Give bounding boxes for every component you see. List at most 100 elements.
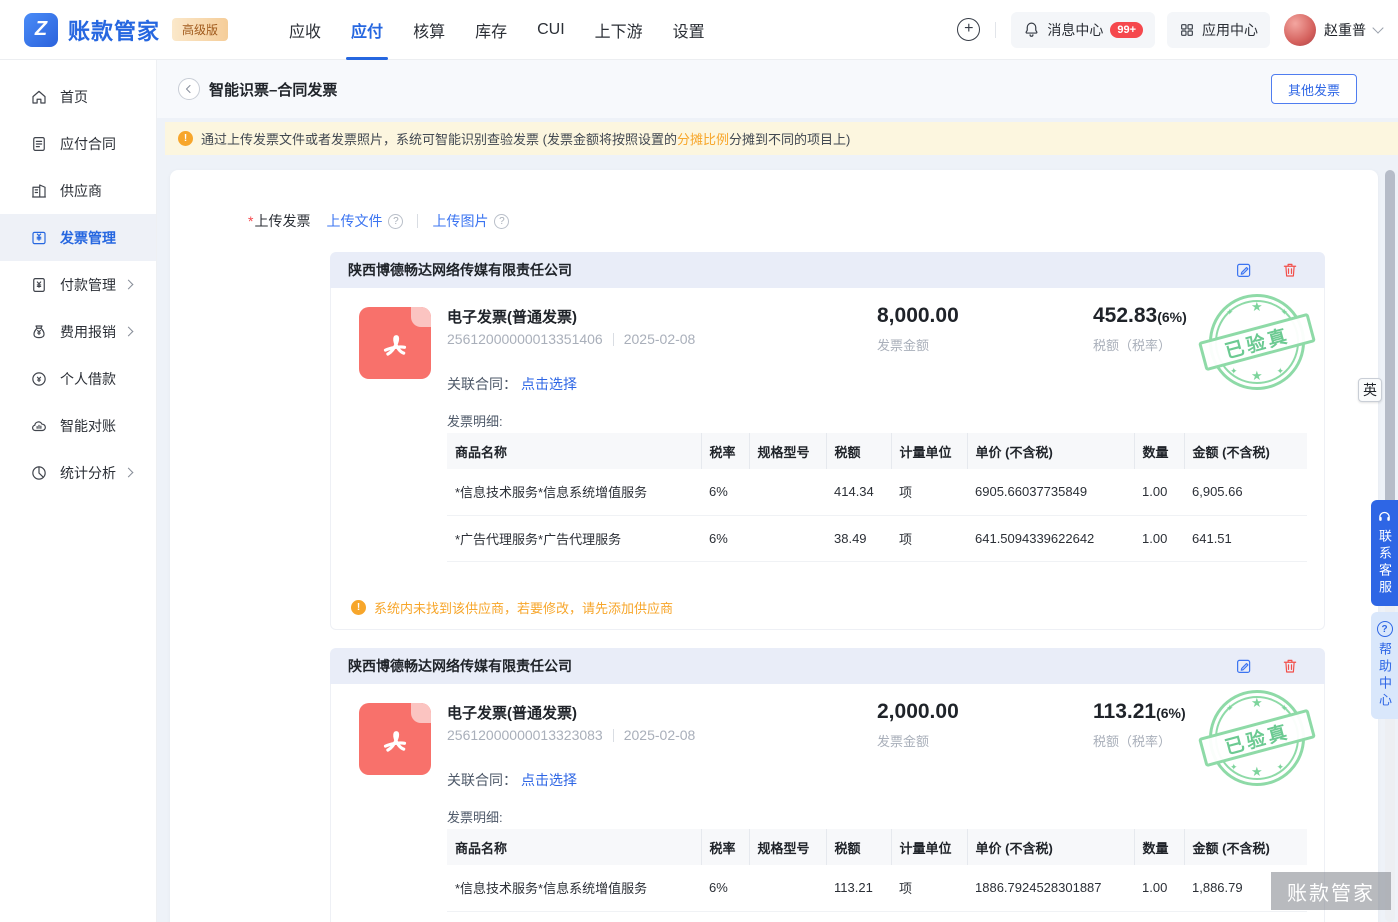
table-header-row: 商品名称 税率 规格型号 税额 计量单位 单价 (不含税) 数量 金额 (不含税… [447,829,1307,865]
app-title: 账款管家 [68,14,160,46]
version-badge: 高级版 [172,18,228,41]
col-tax-rate: 税率 [701,433,749,469]
contact-service-label: 联系客服 [1375,529,1394,597]
invoice-amount-label: 发票金额 [877,335,959,354]
sidebar-item-label: 统计分析 [60,463,116,483]
home-icon [30,88,48,106]
edit-icon[interactable] [1235,657,1253,675]
sidebar-item-payable-contract[interactable]: 应付合同 [0,120,156,167]
nav-tab-settings[interactable]: 设置 [658,0,720,60]
sidebar-item-statistics[interactable]: 统计分析 [0,449,156,496]
table-row: *信息技术服务*信息系统增值服务6%113.21项1886.7924528301… [447,865,1307,911]
nav-tab-cui[interactable]: CUI [522,0,580,60]
invoice-card-header: 陕西博德畅达网络传媒有限责任公司 [330,648,1325,684]
col-tax: 税额 [826,433,891,469]
avatar [1284,14,1316,46]
sidebar-item-payment[interactable]: 付款管理 [0,261,156,308]
tax-label: 税额（税率） [1093,731,1186,750]
nav-tab-inventory[interactable]: 库存 [460,0,522,60]
table-row: *信息技术服务*信息系统增值服务6%414.34项6905.6603773584… [447,469,1307,515]
divider [613,333,614,346]
message-center-button[interactable]: 消息中心 99+ [1011,12,1155,48]
question-icon[interactable]: ? [388,214,403,229]
invoice-date: 2025-02-08 [624,331,696,347]
sidebar-item-home[interactable]: 首页 [0,73,156,120]
col-qty: 数量 [1134,829,1184,865]
app-center-label: 应用中心 [1202,20,1258,40]
invoice-icon [30,229,48,247]
sidebar-item-label: 个人借款 [60,369,116,389]
invoice-amount-label: 发票金额 [877,731,959,750]
nav-tab-accounting[interactable]: 核算 [398,0,460,60]
tax-block: 452.83(6%) 税额（税率） [1093,304,1187,354]
sidebar-item-supplier[interactable]: 供应商 [0,167,156,214]
allocation-ratio-link[interactable]: 分摊比例 [677,129,729,148]
help-center-tab[interactable]: ? 帮助中心 [1371,612,1398,719]
question-icon[interactable]: ? [494,214,509,229]
headset-icon [1377,509,1392,524]
invoice-amount: 8,000.00 [877,304,959,328]
page-header: 智能识票–合同发票 其他发票 [157,60,1398,118]
divider [613,729,614,742]
tax-amount: 452.83 [1093,304,1157,327]
payment-icon [30,276,48,294]
pdf-file-icon[interactable] [359,307,431,379]
app-center-button[interactable]: 应用中心 [1167,12,1270,48]
tax-amount: 113.21 [1093,700,1156,723]
sidebar-item-label: 费用报销 [60,322,116,342]
upload-row: * 上传发票 上传文件 ? 上传图片 ? [248,211,509,231]
detail-label: 发票明细: [447,807,503,826]
table-row: *广告代理服务*广告代理服务6%38.49项641.50943396226421… [447,515,1307,561]
invoice-card-1: 陕西博德畅达网络传媒有限责任公司 电子发票(普通发票) 256120000000… [330,252,1325,630]
notice-text: 通过上传发票文件或者发票照片，系统可智能识别查验发票 (发票金额将按照设置的 [201,129,677,148]
col-qty: 数量 [1134,433,1184,469]
verified-stamp: ✦ ★ ✦ ✦ ★ ✦ 已验真 [1209,294,1305,390]
table-header-row: 商品名称 税率 规格型号 税额 计量单位 单价 (不含税) 数量 金额 (不含税… [447,433,1307,469]
pdf-file-icon[interactable] [359,703,431,775]
sidebar-item-invoice[interactable]: 发票管理 [0,214,156,261]
sidebar-item-label: 付款管理 [60,275,116,295]
nav-tab-payable[interactable]: 应付 [336,0,398,60]
invoice-card-body: 电子发票(普通发票) 25612000000013323083 2025-02-… [330,684,1325,922]
required-mark: * [248,213,253,229]
chevron-down-icon [1372,22,1383,33]
sidebar-item-personal-loan[interactable]: 个人借款 [0,355,156,402]
upload-file-link[interactable]: 上传文件 [326,211,382,231]
invoice-type: 电子发票(普通发票) [447,306,577,327]
back-button[interactable] [178,78,200,100]
chevron-right-icon [124,468,134,478]
upload-image-link[interactable]: 上传图片 [432,211,488,231]
col-tax: 税额 [826,829,891,865]
app-logo[interactable]: Z 账款管家 高级版 [24,13,228,47]
info-icon: ! [178,131,193,146]
top-actions: + 消息中心 99+ 应用中心 赵重普 [957,12,1382,48]
top-bar: Z 账款管家 高级版 应收 应付 核算 库存 CUI 上下游 设置 + 消息中心… [0,0,1398,60]
invoice-date: 2025-02-08 [624,727,696,743]
delete-icon[interactable] [1281,657,1299,675]
invoice-amount-block: 2,000.00 发票金额 [877,700,959,750]
invoice-card-header: 陕西博德畅达网络传媒有限责任公司 [330,252,1325,288]
add-icon[interactable]: + [957,18,980,41]
select-contract-link[interactable]: 点击选择 [521,376,577,392]
contact-service-tab[interactable]: 联系客服 [1371,500,1398,606]
delete-icon[interactable] [1281,261,1299,279]
select-contract-link[interactable]: 点击选择 [521,772,577,788]
sidebar-item-reconciliation[interactable]: 智能对账 [0,402,156,449]
col-unit: 计量单位 [891,433,967,469]
edit-icon[interactable] [1235,261,1253,279]
invoice-amount: 2,000.00 [877,700,959,724]
sidebar: 首页 应付合同 供应商 发票管理 付款管理 费用报销 个人借款 智能对账 统计分… [0,60,157,922]
related-contract-label: 关联合同： [447,772,517,788]
sidebar-item-expense[interactable]: 费用报销 [0,308,156,355]
sidebar-item-label: 智能对账 [60,416,116,436]
invoice-type: 电子发票(普通发票) [447,702,577,723]
tax-rate: (6%) [1157,309,1187,325]
col-unit-price: 单价 (不含税) [967,829,1134,865]
nav-tab-supply-chain[interactable]: 上下游 [580,0,658,60]
col-amount: 金额 (不含税) [1184,829,1307,865]
verified-stamp: ✦ ★ ✦ ✦ ★ ✦ 已验真 [1209,690,1305,786]
user-menu[interactable]: 赵重普 [1284,14,1382,46]
related-contract-row: 关联合同：点击选择 [447,374,577,394]
other-invoice-button[interactable]: 其他发票 [1271,74,1357,104]
nav-tab-receivable[interactable]: 应收 [274,0,336,60]
